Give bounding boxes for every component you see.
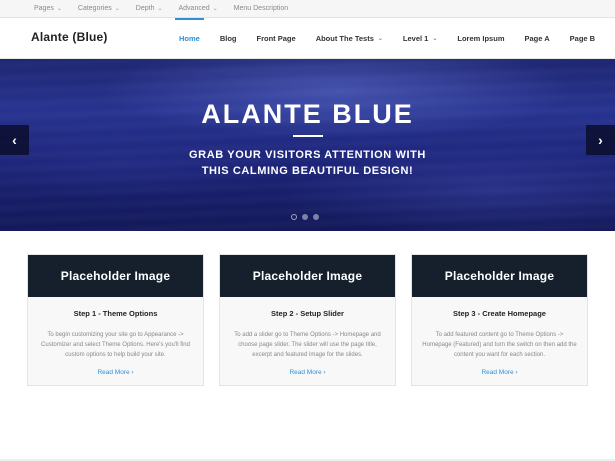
nav-item-about-the-tests[interactable]: About The Tests ⌄ [316, 18, 383, 59]
nav-item-level-1[interactable]: Level 1 ⌄ [403, 18, 437, 59]
chevron-left-icon: ‹ [12, 132, 17, 148]
feature-text: To begin customizing your site go to App… [41, 332, 190, 358]
hero-subtitle: GRAB YOUR VISITORS ATTENTION WITH THIS C… [150, 147, 465, 179]
topbar-item-categories[interactable]: Categories ⌄ [78, 5, 120, 12]
site-header: Alante (Blue) Home Blog Front Page About… [0, 18, 615, 59]
nav-item-front-page[interactable]: Front Page [257, 18, 296, 59]
topbar-item-depth[interactable]: Depth ⌄ [136, 5, 163, 12]
hero-divider [293, 135, 323, 137]
chevron-down-icon: ⌄ [377, 36, 383, 42]
hero-background [0, 59, 615, 231]
top-utility-bar: Pages ⌄ Categories ⌄ Depth ⌄ Advanced ⌄ … [0, 0, 615, 18]
feature-box-2: Placeholder Image Step 2 - Setup Slider … [219, 254, 396, 386]
nav-item-label: Lorem Ipsum [457, 34, 505, 43]
nav-item-label: Blog [219, 34, 237, 43]
slider-next-button[interactable]: › [586, 125, 615, 155]
feature-title: Step 1 - Theme Options [73, 309, 158, 318]
topbar-item-menu-description[interactable]: Menu Description [234, 5, 288, 12]
read-more-link[interactable]: Read More › [412, 369, 587, 376]
feature-box-3: Placeholder Image Step 3 - Create Homepa… [411, 254, 588, 386]
nav-item-blog[interactable]: Blog [220, 18, 237, 59]
placeholder-image: Placeholder Image [220, 255, 395, 297]
nav-item-label: Page B [569, 34, 596, 43]
nav-item-label: Home [179, 34, 200, 43]
site-logo[interactable]: Alante (Blue) [31, 30, 108, 44]
nav-item-page-a[interactable]: Page A [524, 18, 549, 59]
chevron-down-icon: ⌄ [114, 6, 120, 12]
chevron-down-icon: ⌄ [432, 36, 438, 42]
chevron-down-icon: ⌄ [56, 6, 62, 12]
read-more-link[interactable]: Read More › [28, 369, 203, 376]
hero-slider: ALANTE BLUE GRAB YOUR VISITORS ATTENTION… [0, 59, 615, 231]
topbar-item-label: Menu Description [233, 5, 289, 12]
featured-content: Placeholder Image Step 1 - Theme Options… [27, 254, 588, 386]
nav-item-page-b[interactable]: Page B [570, 18, 595, 59]
placeholder-image: Placeholder Image [28, 255, 203, 297]
feature-box-1: Placeholder Image Step 1 - Theme Options… [27, 254, 204, 386]
slider-pagination [291, 214, 324, 220]
read-more-link[interactable]: Read More › [220, 369, 395, 376]
nav-item-label: Level 1 [402, 34, 429, 43]
main-navigation: Home Blog Front Page About The Tests ⌄ L… [170, 18, 595, 59]
nav-item-label: Front Page [256, 34, 296, 43]
feature-title: Step 3 - Create Homepage [453, 309, 546, 318]
topbar-item-label: Depth [135, 5, 155, 12]
topbar-item-advanced[interactable]: Advanced ⌄ [179, 5, 218, 12]
nav-item-label: About The Tests [315, 34, 374, 43]
chevron-down-icon: ⌄ [157, 6, 163, 12]
hero-title: ALANTE BLUE [201, 99, 414, 129]
topbar-item-label: Advanced [178, 5, 210, 12]
nav-item-label: Page A [524, 34, 550, 43]
nav-item-home[interactable]: Home [175, 18, 204, 59]
slider-dot-3[interactable] [313, 214, 319, 220]
nav-item-lorem-ipsum[interactable]: Lorem Ipsum [457, 18, 504, 59]
chevron-down-icon: ⌄ [212, 6, 218, 12]
feature-title: Step 2 - Setup Slider [271, 309, 344, 318]
placeholder-image: Placeholder Image [412, 255, 587, 297]
hero-subtitle-line: GRAB YOUR VISITORS ATTENTION WITH [189, 149, 426, 161]
slider-prev-button[interactable]: ‹ [0, 125, 29, 155]
feature-text: To add featured content go to Theme Opti… [422, 332, 577, 358]
slider-dot-2[interactable] [302, 214, 308, 220]
slider-dot-1[interactable] [291, 214, 297, 220]
topbar-item-label: Pages [34, 5, 54, 12]
topbar-item-pages[interactable]: Pages ⌄ [34, 5, 62, 12]
feature-text: To add a slider go to Theme Options -> H… [234, 332, 381, 358]
topbar-item-label: Categories [77, 5, 112, 12]
hero-subtitle-line: THIS CALMING BEAUTIFUL DESIGN! [201, 165, 414, 177]
chevron-right-icon: › [598, 132, 603, 148]
